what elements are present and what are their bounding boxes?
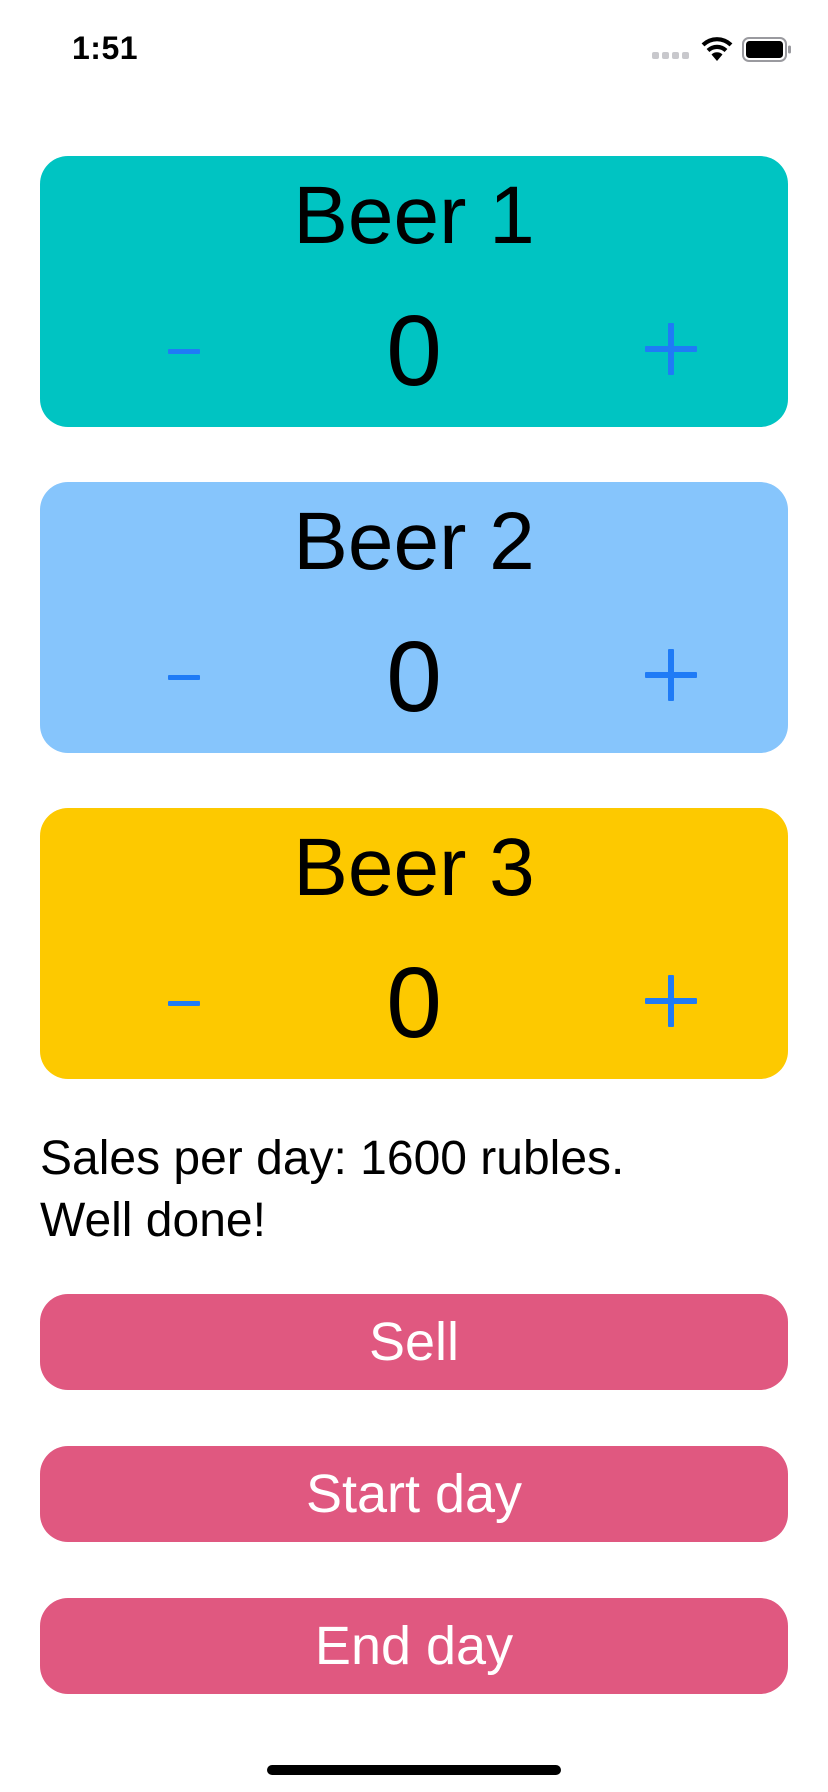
signal-icon [652,52,689,59]
end-day-button[interactable]: End day [40,1598,788,1694]
sell-button[interactable]: Sell [40,1294,788,1390]
sales-message-text: Well done! [40,1194,266,1247]
battery-icon [742,37,791,62]
status-time: 1:51 [72,30,139,66]
increment-button[interactable] [626,630,716,720]
increment-button[interactable] [626,956,716,1046]
decrement-button[interactable] [152,642,222,712]
home-indicator[interactable] [267,1765,561,1775]
beer-card-3: Beer 3 0 [40,808,788,1079]
beer-card-1: Beer 1 0 [40,156,788,427]
beer-title: Beer 2 [293,496,535,587]
start-day-button[interactable]: Start day [40,1446,788,1542]
wifi-icon [701,37,733,61]
beer-title: Beer 1 [293,170,535,261]
beer-title: Beer 3 [293,822,535,913]
sales-summary: Sales per day: 1600 rubles. Well done! [40,1128,624,1252]
status-bar: 1:51 [0,0,828,100]
increment-button[interactable] [626,304,716,394]
sales-total-text: Sales per day: 1600 rubles. [40,1132,625,1185]
decrement-button[interactable] [152,968,222,1038]
decrement-button[interactable] [152,316,222,386]
beer-card-2: Beer 2 0 [40,482,788,753]
